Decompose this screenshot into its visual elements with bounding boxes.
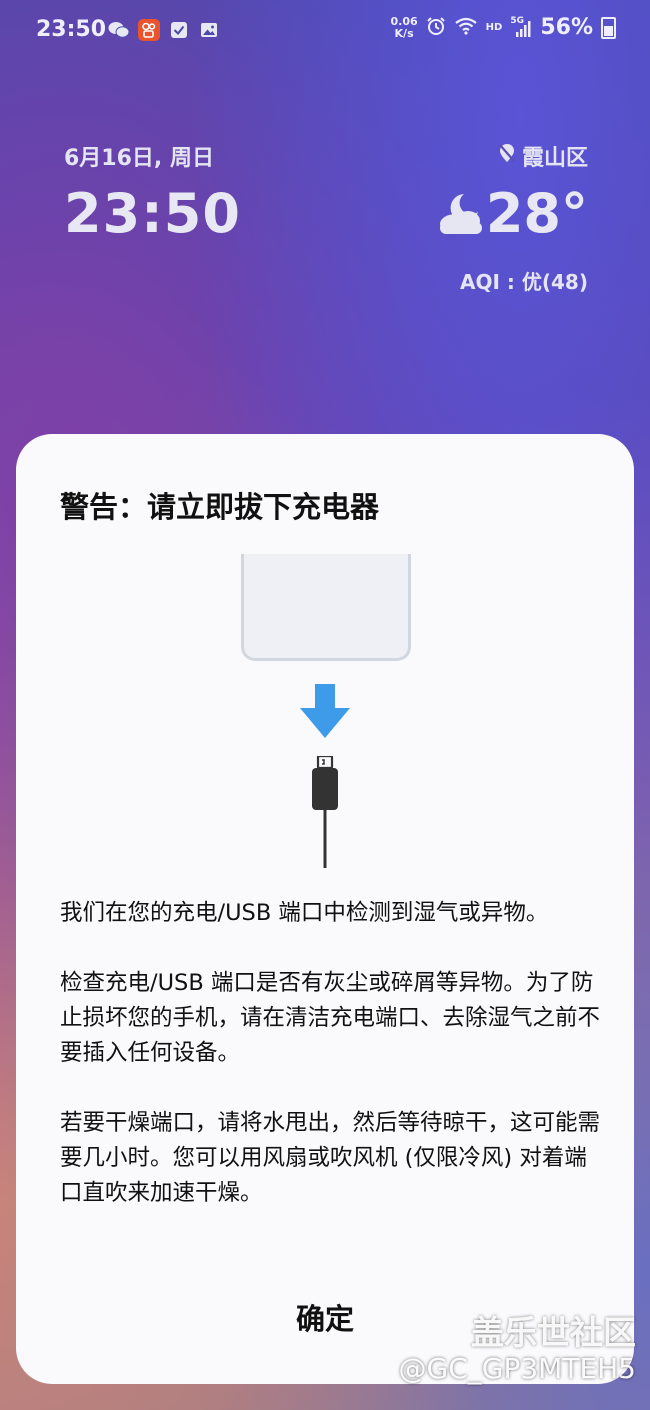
- status-right: 0.06 K/s HD 5G 56%: [391, 15, 616, 40]
- cellular-signal-icon: 5G: [510, 16, 532, 38]
- gallery-icon: [198, 19, 220, 41]
- kuaishou-icon: [138, 19, 160, 41]
- network-speed: 0.06 K/s: [390, 14, 418, 40]
- weather-location: 霞山区: [498, 140, 588, 172]
- message-paragraph: 我们在您的充电/USB 端口中检测到湿气或异物。: [60, 900, 549, 926]
- usb-cable-icon: [312, 756, 338, 868]
- wechat-icon: [108, 19, 130, 41]
- message-paragraph: 检查充电/USB 端口是否有灰尘或碎屑等异物。为了防止损坏您的手机，请在清洁充电…: [60, 970, 601, 1066]
- community-watermark: 盖乐世社区: [471, 1313, 636, 1352]
- status-time: 23:50: [36, 17, 107, 42]
- alarm-icon: [426, 16, 446, 40]
- phone-bottom-illustration: [241, 554, 411, 661]
- status-bar: 23:50 0.06 K/s HD 5G 56%: [0, 0, 650, 62]
- temperature[interactable]: 28°: [486, 182, 588, 245]
- air-quality-index: AQI : 优(48): [460, 270, 588, 294]
- message-paragraph: 若要干燥端口，请将水甩出，然后等待晾干，这可能需要几小时。您可以用风扇或吹风机 …: [60, 1110, 601, 1206]
- location-off-icon: [498, 143, 516, 169]
- notification-icons: [108, 19, 220, 41]
- hd-indicator: HD: [485, 22, 503, 33]
- dialog-title: 警告：请立即拔下充电器: [60, 490, 380, 524]
- lock-date: 6月16日, 周日: [64, 146, 214, 171]
- cloudy-night-icon: [440, 194, 482, 234]
- down-arrow-icon: [300, 684, 350, 738]
- moisture-warning-dialog: 警告：请立即拔下充电器 我们在您的充电/USB 端口中检测到湿气或异物。 检查充…: [16, 434, 634, 1384]
- dialog-message: 我们在您的充电/USB 端口中检测到湿气或异物。 检查充电/USB 端口是否有灰…: [60, 896, 600, 1246]
- user-watermark: @GC_GP3MTEH5: [398, 1352, 636, 1385]
- battery-icon: [601, 16, 616, 39]
- wifi-icon: [454, 16, 478, 40]
- battery-percent: 56%: [540, 15, 593, 40]
- lock-clock[interactable]: 23:50: [64, 182, 241, 245]
- checklist-icon: [168, 19, 190, 41]
